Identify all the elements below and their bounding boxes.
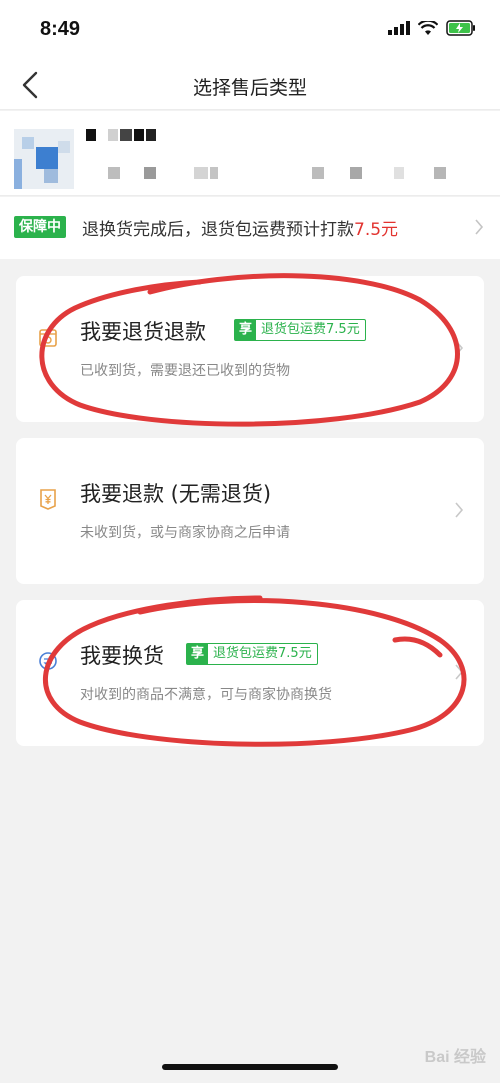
option-subtitle: 对收到的商品不满意，可与商家协商换货 (80, 687, 332, 703)
chevron-right-icon (475, 219, 484, 235)
chevron-right-icon (455, 340, 464, 356)
wifi-icon (418, 20, 438, 35)
option-exchange[interactable]: 我要换货 享 退货包运费7.5元 对收到的商品不满意，可与商家协商换货 (16, 600, 484, 746)
option-return-refund[interactable]: 我要退货退款 享 退货包运费7.5元 已收到货，需要退还已收到的货物 (16, 276, 484, 422)
option-title: 我要退货退款 (80, 320, 206, 344)
free-return-shipping-tag: 享 退货包运费7.5元 (186, 643, 318, 665)
chevron-right-icon (455, 502, 464, 518)
return-box-icon (39, 329, 57, 347)
yen-refund-icon (40, 489, 56, 510)
tag-prefix: 享 (187, 644, 209, 664)
watermark: Bai 经验 (424, 1049, 486, 1066)
exchange-icon (39, 652, 57, 670)
battery-charging-icon (446, 20, 475, 36)
option-title: 我要退款 (无需退货) (80, 482, 272, 506)
product-thumbnail (14, 129, 74, 189)
guarantee-text: 退换货完成后，退货包运费预计打款7.5元 (82, 215, 398, 240)
home-indicator (162, 1064, 338, 1070)
tag-text: 退货包运费7.5元 (213, 646, 312, 661)
free-return-shipping-tag: 享 退货包运费7.5元 (234, 319, 366, 341)
status-bar: 8:49 (0, 0, 500, 60)
status-icons (388, 20, 476, 36)
option-refund-only[interactable]: 我要退款 (无需退货) 未收到货，或与商家协商之后申请 (16, 438, 484, 584)
tag-text: 退货包运费7.5元 (261, 322, 360, 337)
guarantee-badge: 保障中 (14, 216, 66, 238)
guarantee-text-main: 退换货完成后，退货包运费预计打款 (82, 220, 354, 240)
tag-prefix: 享 (235, 320, 257, 340)
option-title: 我要换货 (80, 644, 164, 668)
nav-bar: 选择售后类型 (0, 60, 500, 110)
status-time: 8:49 (40, 18, 81, 40)
chevron-right-icon (455, 664, 464, 680)
shipping-guarantee-banner[interactable]: 保障中 退换货完成后，退货包运费预计打款7.5元 (0, 197, 500, 259)
page-title: 选择售后类型 (192, 77, 307, 99)
option-subtitle: 已收到货，需要退还已收到的货物 (80, 363, 290, 379)
guarantee-amount: 7.5元 (354, 220, 399, 240)
signal-icon (388, 21, 410, 35)
option-subtitle: 未收到货，或与商家协商之后申请 (80, 525, 290, 541)
product-summary (0, 111, 500, 196)
